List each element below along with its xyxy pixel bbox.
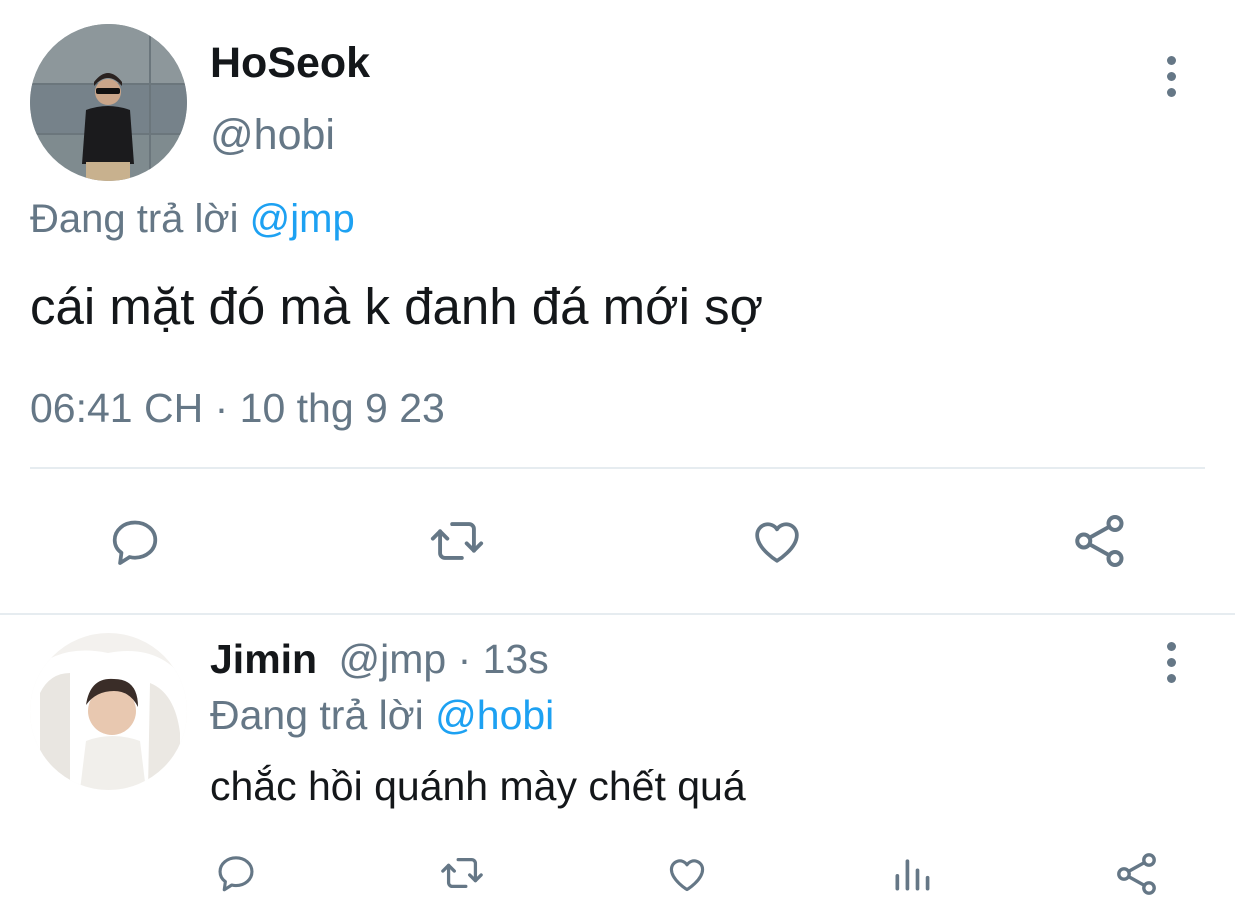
retweet-icon [430,522,484,560]
more-options-button[interactable] [1164,56,1178,97]
tweet-text: chắc hồi quánh mày chết quá [210,763,746,809]
tweet-text: cái mặt đó mà k đanh đá mới sợ [30,278,764,335]
reply-mention-link[interactable]: @hobi [435,692,554,738]
divider [30,467,1205,469]
reply-header: Jimin @jmp · 13s [210,634,549,684]
reply-context-label: Đang trả lời [210,692,424,738]
more-options-button[interactable] [1164,642,1178,683]
more-vertical-icon [1166,642,1176,651]
reply-button[interactable] [214,852,258,896]
heart-icon [669,859,705,892]
analytics-icon [895,859,930,891]
display-name[interactable]: HoSeok [210,38,370,88]
more-vertical-icon [1166,56,1176,65]
share-button[interactable] [1113,850,1161,898]
tweet-separator [0,613,1235,615]
tweet-timestamp[interactable]: 06:41 CH · 10 thg 9 23 [30,383,445,433]
retweet-icon [441,857,483,889]
reply-icon [112,520,158,565]
share-icon [1075,515,1124,567]
avatar[interactable] [30,633,187,790]
reply-button[interactable] [106,515,164,571]
share-icon [1117,853,1156,895]
avatar[interactable] [30,24,187,181]
display-name[interactable]: Jimin [210,636,317,682]
user-handle[interactable]: @hobi [210,110,335,160]
reply-icon [218,856,254,892]
share-button[interactable] [1070,511,1130,571]
reply-context-label: Đang trả lời [30,197,239,241]
reply-context: Đang trả lời @hobi [210,690,554,740]
retweet-button[interactable] [436,850,488,896]
reply-mention-link[interactable]: @jmp [250,197,355,241]
analytics-button[interactable] [890,852,934,896]
retweet-button[interactable] [423,512,491,570]
heart-icon [755,522,799,563]
reply-context: Đang trả lời @jmp [30,195,355,243]
like-button[interactable] [664,852,710,896]
handle-and-time[interactable]: @jmp · 13s [339,636,549,682]
like-button[interactable] [748,513,806,569]
